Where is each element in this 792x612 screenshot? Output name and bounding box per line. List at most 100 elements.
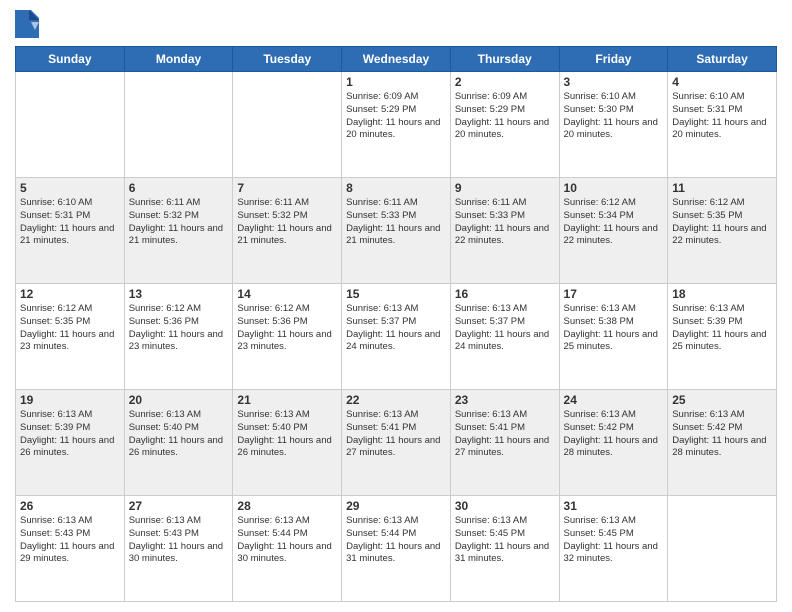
day-number: 14: [237, 287, 337, 301]
day-number: 18: [672, 287, 772, 301]
day-header-thursday: Thursday: [450, 47, 559, 72]
day-number: 30: [455, 499, 555, 513]
calendar-cell: [233, 72, 342, 178]
day-number: 21: [237, 393, 337, 407]
day-header-friday: Friday: [559, 47, 668, 72]
day-info: Sunrise: 6:13 AM Sunset: 5:41 PM Dayligh…: [455, 409, 555, 460]
day-info: Sunrise: 6:12 AM Sunset: 5:36 PM Dayligh…: [237, 303, 337, 354]
day-number: 25: [672, 393, 772, 407]
day-number: 10: [564, 181, 664, 195]
day-number: 12: [20, 287, 120, 301]
logo-icon: [15, 10, 39, 38]
day-number: 16: [455, 287, 555, 301]
calendar-cell: 4 Sunrise: 6:10 AM Sunset: 5:31 PM Daylig…: [668, 72, 777, 178]
day-number: 27: [129, 499, 229, 513]
calendar-cell: 8 Sunrise: 6:11 AM Sunset: 5:33 PM Daylig…: [342, 178, 451, 284]
day-number: 22: [346, 393, 446, 407]
calendar-cell: 26 Sunrise: 6:13 AM Sunset: 5:43 PM Dayli…: [16, 496, 125, 602]
calendar-cell: 18 Sunrise: 6:13 AM Sunset: 5:39 PM Dayli…: [668, 284, 777, 390]
day-info: Sunrise: 6:10 AM Sunset: 5:31 PM Dayligh…: [672, 91, 772, 142]
calendar-cell: 30Sunrise: 6:13 AM Sunset: 5:45 PM Dayli…: [450, 496, 559, 602]
day-info: Sunrise: 6:13 AM Sunset: 5:39 PM Dayligh…: [20, 409, 120, 460]
day-info: Sunrise: 6:13 AM Sunset: 5:42 PM Dayligh…: [564, 409, 664, 460]
day-info: Sunrise: 6:13 AM Sunset: 5:43 PM Dayligh…: [20, 515, 120, 566]
day-header-wednesday: Wednesday: [342, 47, 451, 72]
day-header-monday: Monday: [124, 47, 233, 72]
calendar-cell: 31 Sunrise: 6:13 AM Sunset: 5:45 PM Dayli…: [559, 496, 668, 602]
calendar-cell: [124, 72, 233, 178]
day-info: Sunrise: 6:11 AM Sunset: 5:33 PM Dayligh…: [455, 197, 555, 248]
day-info: Sunrise: 6:12 AM Sunset: 5:35 PM Dayligh…: [672, 197, 772, 248]
calendar-cell: 9Sunrise: 6:11 AM Sunset: 5:33 PM Daylig…: [450, 178, 559, 284]
header: [15, 10, 777, 38]
calendar-cell: 25 Sunrise: 6:13 AM Sunset: 5:42 PM Dayli…: [668, 390, 777, 496]
calendar-cell: 19 Sunrise: 6:13 AM Sunset: 5:39 PM Dayli…: [16, 390, 125, 496]
calendar-cell: [668, 496, 777, 602]
day-number: 5: [20, 181, 120, 195]
day-info: Sunrise: 6:13 AM Sunset: 5:40 PM Dayligh…: [129, 409, 229, 460]
day-number: 24: [564, 393, 664, 407]
day-number: 17: [564, 287, 664, 301]
calendar-cell: 12 Sunrise: 6:12 AM Sunset: 5:35 PM Dayli…: [16, 284, 125, 390]
day-header-sunday: Sunday: [16, 47, 125, 72]
calendar-cell: 13Sunrise: 6:12 AM Sunset: 5:36 PM Dayli…: [124, 284, 233, 390]
day-info: Sunrise: 6:13 AM Sunset: 5:42 PM Dayligh…: [672, 409, 772, 460]
day-header-saturday: Saturday: [668, 47, 777, 72]
day-info: Sunrise: 6:13 AM Sunset: 5:39 PM Dayligh…: [672, 303, 772, 354]
day-info: Sunrise: 6:10 AM Sunset: 5:31 PM Dayligh…: [20, 197, 120, 248]
day-number: 4: [672, 75, 772, 89]
day-info: Sunrise: 6:13 AM Sunset: 5:43 PM Dayligh…: [129, 515, 229, 566]
calendar-cell: 1Sunrise: 6:09 AM Sunset: 5:29 PM Daylig…: [342, 72, 451, 178]
day-number: 23: [455, 393, 555, 407]
calendar-cell: 2Sunrise: 6:09 AM Sunset: 5:29 PM Daylig…: [450, 72, 559, 178]
calendar-cell: 22 Sunrise: 6:13 AM Sunset: 5:41 PM Dayli…: [342, 390, 451, 496]
day-number: 26: [20, 499, 120, 513]
day-number: 2: [455, 75, 555, 89]
header-row: SundayMondayTuesdayWednesdayThursdayFrid…: [16, 47, 777, 72]
day-info: Sunrise: 6:12 AM Sunset: 5:35 PM Dayligh…: [20, 303, 120, 354]
day-number: 8: [346, 181, 446, 195]
calendar-cell: 17 Sunrise: 6:13 AM Sunset: 5:38 PM Dayli…: [559, 284, 668, 390]
calendar-cell: 7Sunrise: 6:11 AM Sunset: 5:32 PM Daylig…: [233, 178, 342, 284]
calendar-cell: 28Sunrise: 6:13 AM Sunset: 5:44 PM Dayli…: [233, 496, 342, 602]
day-info: Sunrise: 6:13 AM Sunset: 5:44 PM Dayligh…: [346, 515, 446, 566]
day-number: 19: [20, 393, 120, 407]
week-row-5: 26 Sunrise: 6:13 AM Sunset: 5:43 PM Dayli…: [16, 496, 777, 602]
day-info: Sunrise: 6:13 AM Sunset: 5:41 PM Dayligh…: [346, 409, 446, 460]
calendar-cell: 27 Sunrise: 6:13 AM Sunset: 5:43 PM Dayli…: [124, 496, 233, 602]
day-info: Sunrise: 6:13 AM Sunset: 5:37 PM Dayligh…: [455, 303, 555, 354]
calendar-cell: 21 Sunrise: 6:13 AM Sunset: 5:40 PM Dayli…: [233, 390, 342, 496]
calendar-cell: 5 Sunrise: 6:10 AM Sunset: 5:31 PM Daylig…: [16, 178, 125, 284]
day-info: Sunrise: 6:13 AM Sunset: 5:40 PM Dayligh…: [237, 409, 337, 460]
day-number: 3: [564, 75, 664, 89]
day-info: Sunrise: 6:11 AM Sunset: 5:33 PM Dayligh…: [346, 197, 446, 248]
day-number: 11: [672, 181, 772, 195]
calendar-cell: 23 Sunrise: 6:13 AM Sunset: 5:41 PM Dayli…: [450, 390, 559, 496]
day-info: Sunrise: 6:13 AM Sunset: 5:44 PM Dayligh…: [237, 515, 337, 566]
day-info: Sunrise: 6:12 AM Sunset: 5:36 PM Dayligh…: [129, 303, 229, 354]
day-info: Sunrise: 6:13 AM Sunset: 5:37 PM Dayligh…: [346, 303, 446, 354]
day-info: Sunrise: 6:10 AM Sunset: 5:30 PM Dayligh…: [564, 91, 664, 142]
day-info: Sunrise: 6:09 AM Sunset: 5:29 PM Dayligh…: [346, 91, 446, 142]
day-number: 15: [346, 287, 446, 301]
day-number: 31: [564, 499, 664, 513]
calendar-cell: 10 Sunrise: 6:12 AM Sunset: 5:34 PM Dayli…: [559, 178, 668, 284]
week-row-4: 19 Sunrise: 6:13 AM Sunset: 5:39 PM Dayli…: [16, 390, 777, 496]
calendar-cell: 20 Sunrise: 6:13 AM Sunset: 5:40 PM Dayli…: [124, 390, 233, 496]
day-number: 20: [129, 393, 229, 407]
calendar-cell: 24 Sunrise: 6:13 AM Sunset: 5:42 PM Dayli…: [559, 390, 668, 496]
calendar-cell: 3 Sunrise: 6:10 AM Sunset: 5:30 PM Daylig…: [559, 72, 668, 178]
day-info: Sunrise: 6:11 AM Sunset: 5:32 PM Dayligh…: [129, 197, 229, 248]
page-container: SundayMondayTuesdayWednesdayThursdayFrid…: [0, 0, 792, 612]
day-info: Sunrise: 6:13 AM Sunset: 5:38 PM Dayligh…: [564, 303, 664, 354]
calendar-cell: 15 Sunrise: 6:13 AM Sunset: 5:37 PM Dayli…: [342, 284, 451, 390]
calendar-cell: 11 Sunrise: 6:12 AM Sunset: 5:35 PM Dayli…: [668, 178, 777, 284]
calendar-cell: 6 Sunrise: 6:11 AM Sunset: 5:32 PM Daylig…: [124, 178, 233, 284]
day-number: 29: [346, 499, 446, 513]
week-row-1: 1Sunrise: 6:09 AM Sunset: 5:29 PM Daylig…: [16, 72, 777, 178]
day-number: 6: [129, 181, 229, 195]
day-info: Sunrise: 6:12 AM Sunset: 5:34 PM Dayligh…: [564, 197, 664, 248]
week-row-3: 12 Sunrise: 6:12 AM Sunset: 5:35 PM Dayli…: [16, 284, 777, 390]
day-number: 7: [237, 181, 337, 195]
day-info: Sunrise: 6:13 AM Sunset: 5:45 PM Dayligh…: [564, 515, 664, 566]
